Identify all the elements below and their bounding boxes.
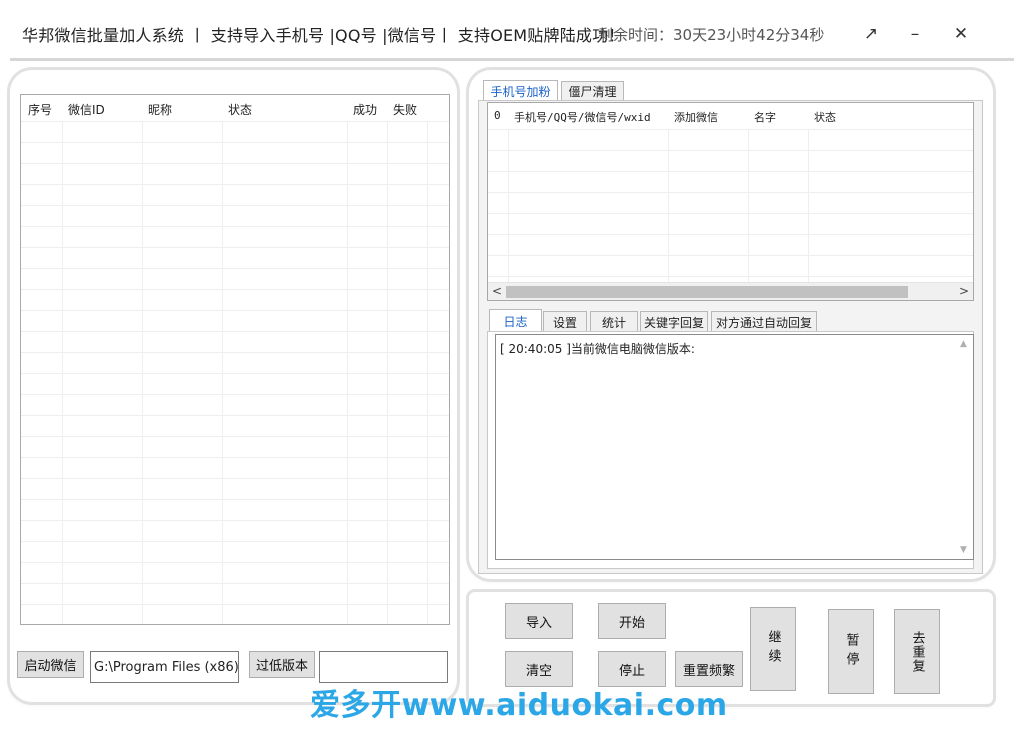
grid-row [21,247,449,248]
grid-row [21,310,449,311]
account-table-header: 序号 微信ID 昵称 状态 成功 失败 [21,95,449,121]
grid-row [21,226,449,227]
tab-keyword-reply[interactable]: 关键字回复 [640,311,708,332]
grid-row [488,150,973,151]
window-title: 华邦微信批量加人系统 丨 支持导入手机号 |QQ号 |微信号丨 支持OEM贴牌陆… [22,26,625,45]
wechat-path-field[interactable]: G:\Program Files (x86)\Te [90,651,239,683]
tab-phone-add[interactable]: 手机号加粉 [483,80,558,101]
col-index: 序号 [28,103,53,117]
grid-row [21,562,449,563]
grid-row [21,583,449,584]
grid-row [21,121,449,122]
tab-log[interactable]: 日志 [489,309,542,332]
horizontal-scrollbar[interactable]: < > [488,282,973,300]
log-line: [ 20:40:05 ]当前微信电脑微信版本: [500,342,695,356]
scroll-left-icon[interactable]: < [492,284,502,298]
grid-row [488,129,973,130]
log-textbox[interactable]: [ 20:40:05 ]当前微信电脑微信版本: ▲ ▼ [495,334,974,560]
grid-row [21,289,449,290]
tab-stats[interactable]: 统计 [590,311,638,332]
remaining-time: 剩余时间：30天23小时42分34秒 [598,26,825,44]
grid-row [21,331,449,332]
grid-row [21,205,449,206]
vertical-scrollbar[interactable]: ▲ ▼ [956,335,973,559]
lower-version-button[interactable]: 过低版本 [249,651,315,678]
title-separator [10,58,1014,61]
version-field[interactable] [319,651,448,683]
minimize-button[interactable]: – [900,20,930,48]
scroll-down-icon[interactable]: ▼ [960,545,967,555]
grid-row [488,192,973,193]
grid-row [21,184,449,185]
import-table[interactable]: 0 手机号/QQ号/微信号/wxid 添加微信 名字 状态 < > [487,102,974,301]
grid-row [21,541,449,542]
restore-button[interactable]: ↗ [856,20,886,48]
col-account: 手机号/QQ号/微信号/wxid [514,111,651,124]
col-state: 状态 [814,111,836,124]
grid-row [21,604,449,605]
tab-zombie-cleanup[interactable]: 僵尸清理 [561,81,624,101]
grid-row [488,255,973,256]
col-add: 添加微信 [674,111,718,124]
scroll-up-icon[interactable]: ▲ [960,339,967,349]
grid-row [21,142,449,143]
continue-button[interactable]: 继续 [750,607,796,691]
import-table-header: 0 手机号/QQ号/微信号/wxid 添加微信 名字 状态 [488,103,973,129]
col-status: 状态 [228,103,253,117]
grid-row [21,457,449,458]
dedupe-button[interactable]: 去重复 [894,609,940,694]
close-button[interactable]: ✕ [946,20,976,48]
grid-row [21,352,449,353]
grid-row [21,520,449,521]
start-button[interactable]: 开始 [598,603,666,639]
grid-row [488,171,973,172]
grid-row [21,415,449,416]
pause-button[interactable]: 暂停 [828,609,874,694]
col-wechat-id: 微信ID [68,103,105,117]
col-no: 0 [494,109,501,122]
tab-auto-reply[interactable]: 对方通过自动回复 [711,311,817,332]
watermark: 爱多开www.aiduokai.com [310,688,728,723]
scroll-right-icon[interactable]: > [959,284,969,298]
grid-row [21,499,449,500]
import-table-rows [488,129,973,282]
grid-row [488,234,973,235]
col-nickname: 昵称 [148,103,173,117]
account-table-rows [21,121,449,624]
grid-row [488,276,973,277]
grid-row [21,394,449,395]
import-button[interactable]: 导入 [505,603,573,639]
grid-row [488,213,973,214]
scrollbar-thumb[interactable] [506,286,908,298]
col-success: 成功 [353,103,378,117]
start-wechat-button[interactable]: 启动微信 [17,651,84,678]
tab-settings[interactable]: 设置 [543,311,587,332]
grid-row [21,268,449,269]
grid-row [21,373,449,374]
account-table[interactable]: 序号 微信ID 昵称 状态 成功 失败 [20,94,450,625]
col-fail: 失败 [393,103,418,117]
grid-row [21,478,449,479]
col-name: 名字 [754,111,776,124]
grid-row [21,163,449,164]
grid-row [21,436,449,437]
